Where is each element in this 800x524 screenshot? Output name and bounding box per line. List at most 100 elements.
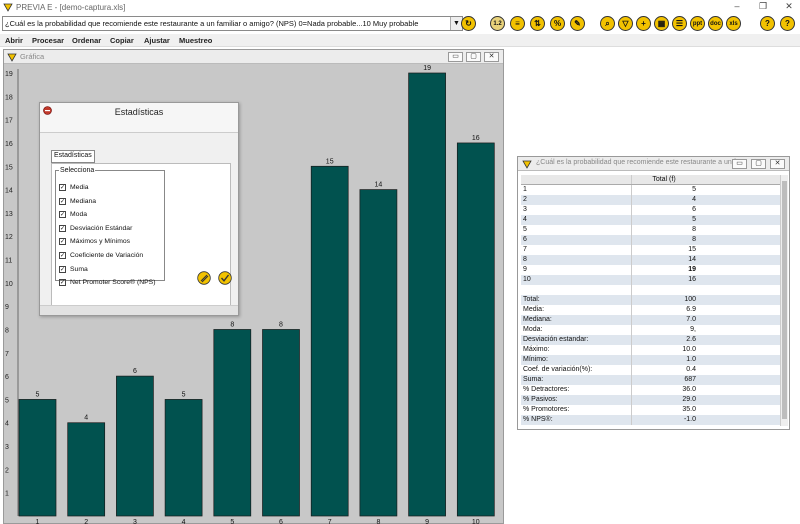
xls-icon[interactable]: xls [726, 16, 741, 31]
menu-muestreo[interactable]: Muestreo [179, 36, 212, 45]
question-select[interactable]: ¿Cuál es la probabilidad que recomiende … [2, 16, 463, 31]
close-button[interactable]: ✕ [782, 1, 796, 12]
row-value: 2.6 [686, 336, 696, 343]
y-tick-label: 10 [5, 281, 13, 288]
row-label: 8 [521, 255, 632, 265]
row-label: Mínimo: [521, 355, 632, 365]
bar-value-label: 5 [182, 391, 186, 398]
checkbox-icon[interactable]: ✓ [59, 224, 66, 232]
help-icon[interactable]: ? [760, 16, 775, 31]
table-close-button[interactable]: ✕ [770, 159, 785, 169]
option-label: Coeficiente de Variación [70, 252, 144, 259]
bar [116, 375, 154, 517]
menu-procesar[interactable]: Procesar [32, 36, 64, 45]
menu-bar: Abrir Procesar Ordenar Copiar Ajustar Mu… [0, 34, 800, 47]
menu-ajustar[interactable]: Ajustar [144, 36, 170, 45]
search-icon[interactable]: ⌕ [600, 16, 615, 31]
minimize-button[interactable]: – [730, 1, 744, 11]
bar [408, 72, 446, 517]
checkbox-icon[interactable]: ✓ [59, 265, 66, 273]
tab-estadisticas[interactable]: Estadísticas [51, 150, 95, 163]
y-tick-label: 6 [5, 374, 9, 381]
checkbox-icon[interactable]: ✓ [59, 211, 66, 219]
y-tick-label: 12 [5, 234, 13, 241]
row-label: Media: [521, 305, 632, 315]
row-value: 0.4 [686, 366, 696, 373]
edit-icon[interactable]: ✎ [570, 16, 585, 31]
y-tick-label: 1 [5, 491, 9, 498]
row-label: Suma: [521, 375, 632, 385]
table-row: Máximo: 10.0 [521, 345, 780, 355]
cancel-icon[interactable] [197, 271, 211, 285]
checkbox-icon[interactable]: ✓ [59, 197, 66, 205]
row-label: Máximo: [521, 345, 632, 355]
menu-copiar[interactable]: Copiar [110, 36, 134, 45]
option-net-promoter-score-nps[interactable]: ✓ Net Promoter Score® (NPS) [59, 277, 155, 288]
y-tick-label: 7 [5, 351, 9, 358]
checkbox-icon[interactable]: ✓ [59, 184, 66, 191]
stats-dialog: Estadísticas Estadísticas Selecciona ✓ Me… [39, 102, 239, 316]
checkbox-icon[interactable]: ✓ [59, 279, 66, 287]
question-select-value: ¿Cuál es la probabilidad que recomiende … [5, 19, 419, 28]
table-window: ¿Cuál es la probabilidad que recomiende … [517, 156, 790, 430]
row-label: % Detractores: [521, 385, 632, 395]
y-tick-label: 4 [5, 421, 9, 428]
app-logo-icon [3, 3, 13, 12]
row-label: Coef. de variación(%): [521, 365, 632, 375]
accept-icon[interactable] [218, 271, 232, 285]
stats-dialog-footer [40, 305, 238, 315]
add-icon[interactable]: + [636, 16, 651, 31]
option-media[interactable]: ✓ Media [59, 182, 89, 193]
option-coeficiente-de-variaci-n[interactable]: ✓ Coeficiente de Variación [59, 250, 143, 261]
scrollbar-thumb[interactable] [782, 181, 787, 419]
menu-ordenar[interactable]: Ordenar [72, 36, 101, 45]
row-label: 2 [521, 195, 632, 205]
window-title: PREVIA E - [demo-captura.xls] [16, 2, 126, 12]
checkbox-icon[interactable]: ✓ [59, 238, 66, 246]
scale-icon[interactable]: 1.2 [490, 16, 505, 31]
menu-abrir[interactable]: Abrir [5, 36, 23, 45]
title-bar: PREVIA E - [demo-captura.xls] – ❐ ✕ [0, 0, 800, 14]
table-window-title: ¿Cuál es la probabilidad que recomiende … [536, 159, 746, 166]
help-alt-icon[interactable]: ? [780, 16, 795, 31]
chart-close-button[interactable]: ✕ [484, 52, 499, 62]
doc-icon[interactable]: doc [708, 16, 723, 31]
table-row: % Promotores: 35.0 [521, 405, 780, 415]
row-label: % Promotores: [521, 405, 632, 415]
ppt-icon[interactable]: ppt [690, 16, 705, 31]
stats-dialog-title: Estadísticas [114, 107, 164, 117]
option-moda[interactable]: ✓ Moda [59, 209, 87, 220]
row-value: 29.0 [682, 396, 696, 403]
sort-desc-icon[interactable]: ⇅ [530, 16, 545, 31]
x-tick-label: 7 [328, 519, 332, 524]
option-desviaci-n-est-ndar[interactable]: ✓ Desviación Estándar [59, 223, 132, 234]
row-value: 7.0 [686, 316, 696, 323]
checkbox-icon[interactable]: ✓ [59, 252, 66, 259]
option-mediana[interactable]: ✓ Mediana [59, 196, 96, 207]
row-value: 4 [692, 196, 696, 203]
chart-minimize-button[interactable]: ▭ [448, 52, 463, 62]
table-restore-button[interactable]: ▢ [751, 159, 766, 169]
refresh-icon[interactable]: ↻ [461, 16, 476, 31]
table-row: 8 14 [521, 255, 780, 265]
bar-value-label: 19 [423, 65, 431, 72]
option-suma[interactable]: ✓ Suma [59, 264, 88, 275]
chart-restore-button[interactable]: ▢ [466, 52, 481, 62]
grid-icon[interactable]: ▦ [654, 16, 669, 31]
table-scrollbar[interactable] [780, 175, 788, 426]
x-tick-label: 10 [472, 519, 480, 524]
bar [310, 165, 349, 517]
table-minimize-button[interactable]: ▭ [732, 159, 747, 169]
row-value: -1.0 [683, 416, 696, 423]
row-value: 15 [688, 246, 696, 253]
table-row: 24 [521, 195, 780, 205]
percent-icon[interactable]: % [550, 16, 565, 31]
table-row: Mediana: 7.0 [521, 315, 780, 325]
option-m-ximos-y-m-nimos[interactable]: ✓ Máximos y Mínimos [59, 236, 130, 247]
x-tick-label: 6 [279, 519, 283, 524]
restore-button[interactable]: ❐ [756, 1, 770, 12]
list-icon[interactable]: ☰ [672, 16, 687, 31]
filter-icon[interactable]: ▽ [618, 16, 633, 31]
option-label: Desviación Estándar [70, 224, 133, 232]
sort-asc-icon[interactable]: ≡ [510, 16, 525, 31]
